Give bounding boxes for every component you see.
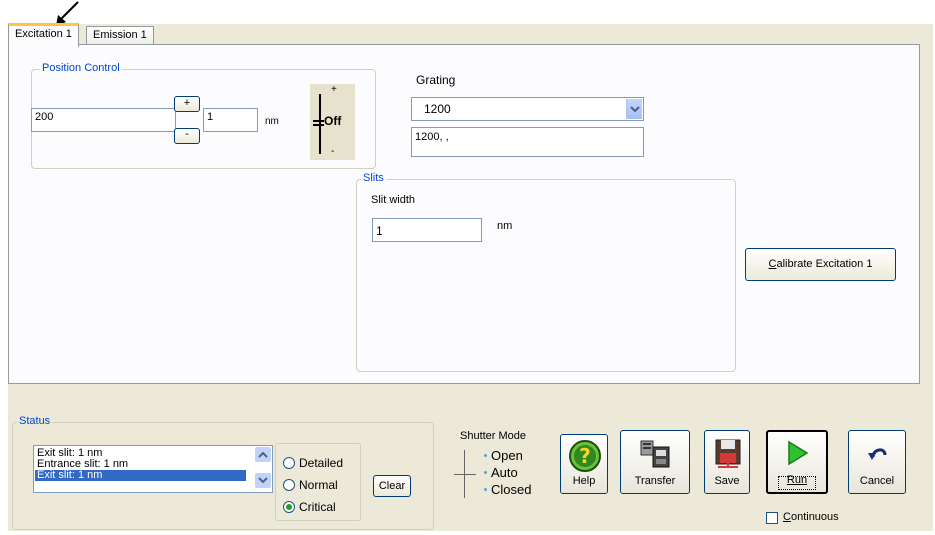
dot-icon xyxy=(484,471,487,474)
switch-minus-label: - xyxy=(331,146,335,157)
dot-icon xyxy=(484,488,487,491)
radio-label: Critical xyxy=(299,500,336,514)
step-unit-label: nm xyxy=(265,116,279,127)
status-listbox[interactable]: Exit slit: 1 nm Entrance slit: 1 nm Exit… xyxy=(33,445,273,493)
help-icon: ? xyxy=(569,440,601,472)
switch-lever xyxy=(313,124,324,126)
calibrate-excitation-button[interactable]: Calibrate Excitation 1 xyxy=(745,248,896,281)
cancel-label: Cancel xyxy=(859,475,895,487)
step-input[interactable]: 1 xyxy=(203,108,258,132)
shutter-mode-switch[interactable] xyxy=(452,450,482,502)
transfer-icon xyxy=(640,440,670,468)
group-title: Status xyxy=(17,415,53,427)
radio-circle[interactable] xyxy=(283,457,295,469)
slit-width-label: Slit width xyxy=(371,194,416,206)
scroll-up-button[interactable] xyxy=(255,447,271,462)
tab-bar: Excitation 1 Emission 1 xyxy=(8,22,933,47)
slit-width-unit: nm xyxy=(497,220,513,232)
increment-button[interactable]: + xyxy=(174,96,200,112)
radio-normal[interactable]: Normal xyxy=(283,477,363,493)
shutter-option-closed[interactable]: Closed xyxy=(484,482,544,498)
shutter-option-auto[interactable]: Auto xyxy=(484,465,544,481)
shutter-option-label: Closed xyxy=(491,482,532,497)
shutter-mode-label: Shutter Mode xyxy=(460,430,527,442)
shutter-option-open[interactable]: Open xyxy=(484,448,544,464)
position-switch[interactable]: + Off - xyxy=(310,84,355,160)
radio-label: Normal xyxy=(299,478,338,492)
scroll-down-button[interactable] xyxy=(255,473,271,488)
radio-label: Detailed xyxy=(299,456,344,470)
group-title: Slits xyxy=(361,172,386,184)
help-button[interactable]: ? Help xyxy=(560,434,608,494)
continuous-label: Continuous xyxy=(783,511,839,523)
radio-detailed[interactable]: Detailed xyxy=(283,455,363,471)
grating-select[interactable]: 1200 xyxy=(411,97,644,121)
decrement-button[interactable]: - xyxy=(174,128,200,144)
switch-state-label: Off xyxy=(324,114,342,128)
continuous-label-rest: ontinuous xyxy=(790,511,839,523)
position-control-group: Position Control 200 + - 1 nm + Off - xyxy=(31,62,376,169)
switch-plus-label: + xyxy=(331,84,337,95)
radio-critical[interactable]: Critical xyxy=(283,499,363,515)
shutter-lever xyxy=(454,474,476,475)
checkbox-box[interactable] xyxy=(766,512,778,524)
run-label: Run xyxy=(768,474,826,486)
save-button[interactable]: Save xyxy=(704,430,750,494)
group-title: Position Control xyxy=(40,62,122,74)
list-item-selected[interactable]: Exit slit: 1 nm xyxy=(35,470,246,481)
slit-width-input[interactable]: 1 xyxy=(372,218,482,242)
radio-circle[interactable] xyxy=(283,479,295,491)
switch-lever xyxy=(313,120,324,122)
dot-icon xyxy=(484,454,487,457)
shutter-option-label: Auto xyxy=(491,465,518,480)
grating-selected-value: 1200 xyxy=(424,102,451,116)
cancel-button[interactable]: Cancel xyxy=(848,430,906,494)
tab-panel: Position Control 200 + - 1 nm + Off - Gr… xyxy=(8,44,920,384)
radio-circle-selected[interactable] xyxy=(283,501,295,513)
calibrate-label: alibrate Excitation 1 xyxy=(776,258,873,270)
clear-button[interactable]: Clear xyxy=(373,475,411,497)
save-label: Save xyxy=(714,475,740,487)
run-button[interactable]: Run xyxy=(766,430,828,494)
grating-label: Grating xyxy=(416,73,456,87)
run-label-text: Run xyxy=(786,474,808,486)
continuous-checkbox[interactable]: Continuous xyxy=(766,510,856,526)
transfer-button[interactable]: Transfer xyxy=(620,430,690,494)
undo-icon xyxy=(868,448,887,460)
tab-excitation-1[interactable]: Excitation 1 xyxy=(8,23,79,47)
continuous-mnemonic: C xyxy=(783,511,791,523)
svg-text:?: ? xyxy=(579,444,591,468)
play-icon xyxy=(788,440,809,466)
slits-group: Slits Slit width 1 nm xyxy=(356,172,736,372)
chevron-down-icon[interactable] xyxy=(626,99,642,119)
floppy-disk-icon xyxy=(715,439,741,468)
transfer-label: Transfer xyxy=(634,475,676,487)
help-label: Help xyxy=(572,475,596,487)
status-group: Status Exit slit: 1 nm Entrance slit: 1 … xyxy=(12,415,434,530)
shutter-option-label: Open xyxy=(491,448,523,463)
grating-info-field: 1200, , xyxy=(411,127,644,157)
position-input[interactable]: 200 xyxy=(31,108,176,132)
tab-emission-1[interactable]: Emission 1 xyxy=(86,26,154,46)
